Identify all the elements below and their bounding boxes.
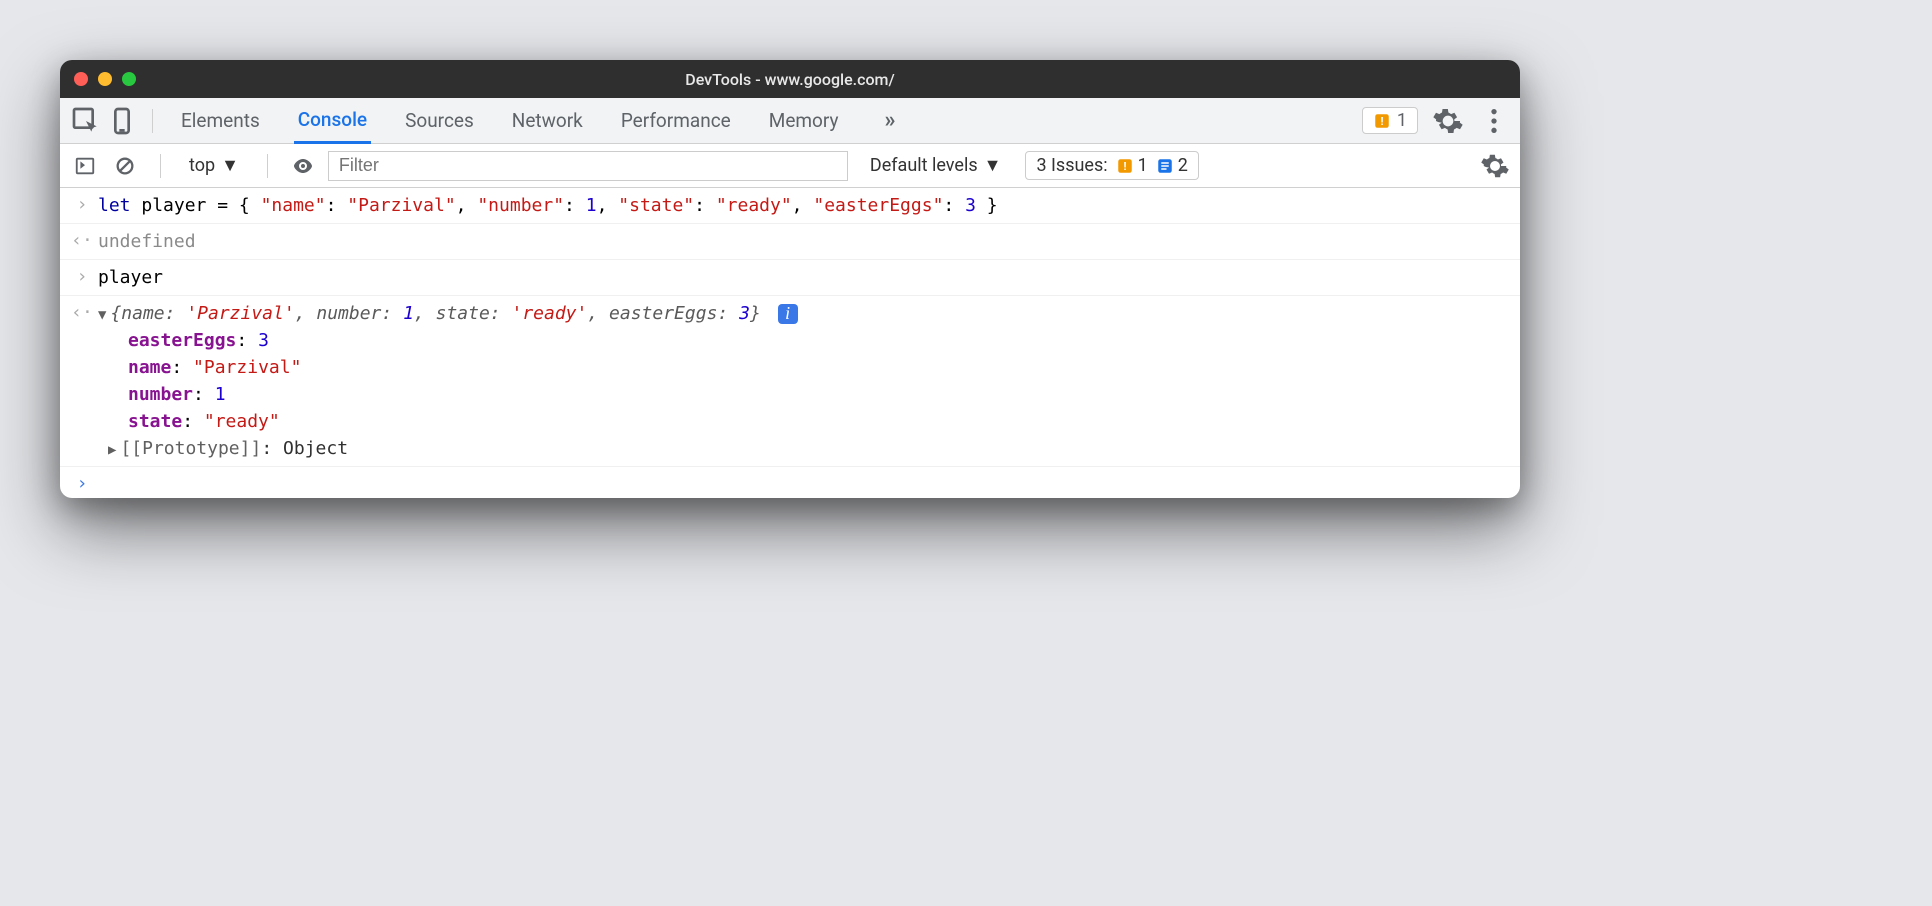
tab-sources[interactable]: Sources [401, 99, 478, 142]
chevron-down-icon: ▼ [221, 155, 239, 176]
info-icon [1156, 157, 1174, 175]
tab-performance[interactable]: Performance [617, 99, 735, 142]
titlebar: DevTools - www.google.com/ [60, 60, 1520, 98]
console-sidebar-toggle-icon[interactable] [70, 151, 100, 181]
prototype-row[interactable]: [[Prototype]]: Object [128, 435, 798, 462]
issues-button[interactable]: 3 Issues: ! 1 2 [1025, 151, 1198, 180]
warning-icon: ! [1373, 112, 1391, 130]
panel-tabs: Elements Console Sources Network Perform… [177, 98, 1358, 144]
svg-text:!: ! [1380, 114, 1383, 127]
object-property[interactable]: state: "ready" [128, 408, 798, 435]
expand-toggle-icon[interactable] [98, 300, 106, 327]
console-input-row[interactable]: › let player = { "name": "Parzival", "nu… [60, 188, 1520, 224]
issues-info-count: 2 [1178, 155, 1188, 176]
console-prompt[interactable]: › [60, 467, 1520, 498]
issues-warn-count: 1 [1138, 155, 1148, 176]
console-toolbar: top ▼ Default levels ▼ 3 Issues: ! 1 2 [60, 144, 1520, 188]
issues-label: 3 Issues: [1036, 155, 1107, 176]
device-toolbar-icon[interactable] [106, 105, 138, 137]
object-properties: easterEggs: 3 name: "Parzival" number: 1… [128, 327, 798, 462]
object-result[interactable]: {name: 'Parzival', number: 1, state: 're… [92, 300, 798, 462]
undefined-result: undefined [92, 228, 196, 255]
log-levels-selector[interactable]: Default levels ▼ [870, 155, 1002, 176]
warning-count: 1 [1397, 110, 1407, 131]
tab-network[interactable]: Network [508, 99, 587, 142]
separator [160, 154, 161, 178]
live-expression-icon[interactable] [288, 151, 318, 181]
output-chevron-icon: ‹· [72, 228, 92, 251]
tab-bar: Elements Console Sources Network Perform… [60, 98, 1520, 144]
settings-icon[interactable] [1432, 105, 1464, 137]
console-output: › let player = { "name": "Parzival", "nu… [60, 188, 1520, 498]
object-property[interactable]: number: 1 [128, 381, 798, 408]
info-icon[interactable]: i [778, 304, 798, 324]
filter-input[interactable] [328, 151, 848, 181]
tab-elements[interactable]: Elements [177, 99, 264, 142]
tabbar-right: ! 1 [1362, 105, 1510, 137]
warning-icon: ! [1116, 157, 1134, 175]
tab-memory[interactable]: Memory [765, 99, 843, 142]
console-code: let player = { "name": "Parzival", "numb… [92, 192, 998, 219]
more-tabs-icon[interactable]: » [873, 108, 908, 133]
separator [267, 154, 268, 178]
levels-label: Default levels [870, 155, 978, 176]
svg-text:!: ! [1123, 159, 1126, 172]
clear-console-icon[interactable] [110, 151, 140, 181]
console-input-row[interactable]: › player [60, 260, 1520, 296]
chevron-down-icon: ▼ [984, 155, 1002, 176]
console-settings-icon[interactable] [1480, 151, 1510, 181]
input-chevron-icon: › [72, 264, 92, 287]
separator [152, 109, 153, 133]
warnings-badge[interactable]: ! 1 [1362, 107, 1418, 134]
console-code: player [92, 264, 163, 291]
console-result-row: ‹· {name: 'Parzival', number: 1, state: … [60, 296, 1520, 467]
context-label: top [189, 155, 215, 176]
output-chevron-icon: ‹· [72, 300, 92, 323]
input-chevron-icon: › [72, 192, 92, 215]
input-chevron-icon: › [72, 471, 92, 494]
tab-console[interactable]: Console [294, 98, 371, 144]
object-property[interactable]: name: "Parzival" [128, 354, 798, 381]
kebab-menu-icon[interactable] [1478, 105, 1510, 137]
context-selector[interactable]: top ▼ [181, 153, 247, 178]
inspect-element-icon[interactable] [70, 105, 102, 137]
devtools-window: DevTools - www.google.com/ Elements Cons… [60, 60, 1520, 498]
object-property[interactable]: easterEggs: 3 [128, 327, 798, 354]
console-result-row: ‹· undefined [60, 224, 1520, 260]
window-title: DevTools - www.google.com/ [60, 70, 1520, 89]
expand-toggle-icon[interactable] [108, 435, 116, 462]
